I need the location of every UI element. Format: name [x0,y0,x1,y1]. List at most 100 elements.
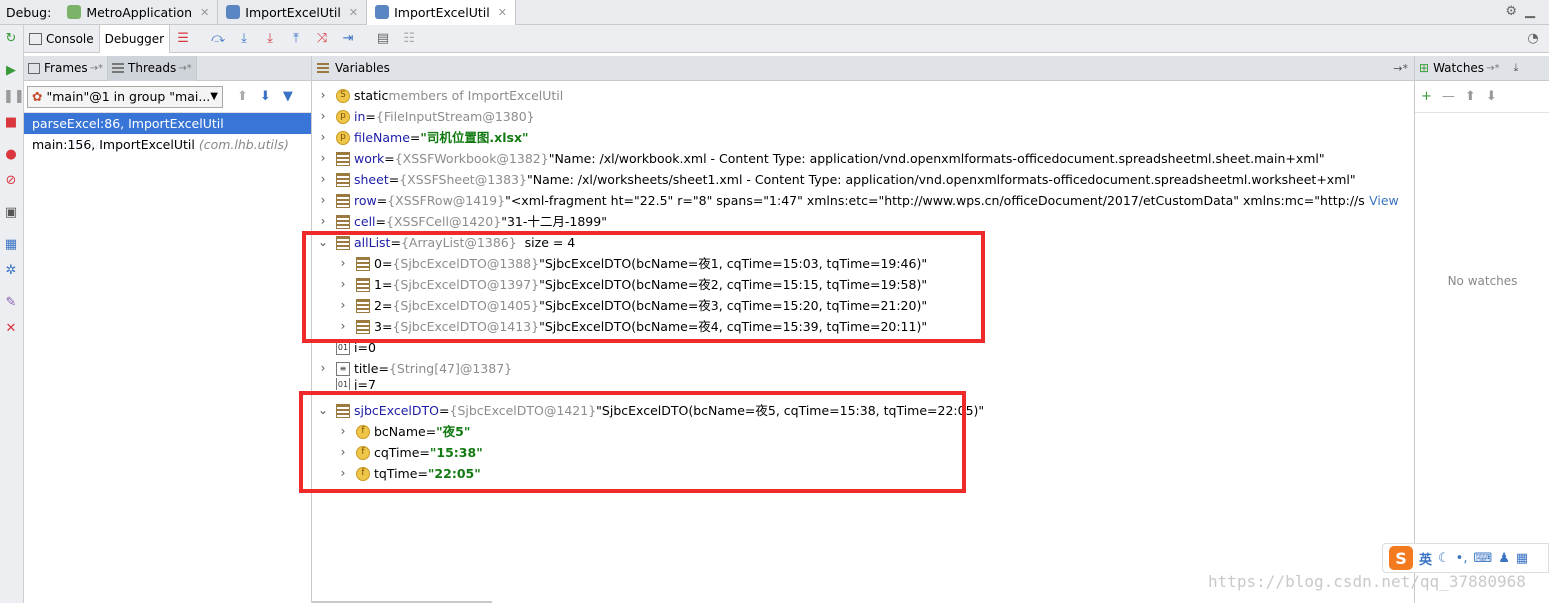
pause-icon[interactable]: ❚❚ [3,89,25,105]
down-arrow-icon[interactable]: ⬇ [1486,89,1497,104]
close-icon[interactable]: ✕ [200,6,209,19]
close-icon[interactable]: ✕ [3,321,19,337]
equals-sign: = [388,172,400,187]
up-arrow-icon[interactable]: ⬆ [1465,89,1476,104]
variable-row-j[interactable]: 01 j = 7 [336,378,376,390]
tab-import-excel-util-2[interactable]: ImportExcelUtil ✕ [367,0,516,25]
watches-panel: ⊞ Watches →* ⤓ + — ⬆ ⬇ No watches [1414,56,1549,603]
mute-breakpoints-icon[interactable]: ⊘ [3,173,19,189]
expand-icon[interactable]: › [316,211,330,232]
frame-row[interactable]: main:156, ImportExcelUtil (com.lhb.utils… [24,134,311,155]
moon-icon[interactable]: ☾ [1438,551,1450,566]
rerun-icon[interactable]: ↻ [3,31,19,47]
expand-icon[interactable]: › [316,190,330,211]
expand-icon[interactable]: › [316,127,330,148]
pin-icon[interactable]: ✎ [3,295,19,311]
gear-icon[interactable]: ⚙ [1505,4,1525,19]
close-icon[interactable]: ✕ [349,6,358,19]
restore-icon[interactable]: ⤓ [1513,61,1518,75]
drop-frame-icon[interactable]: ⤨ [312,31,332,47]
run-to-cursor-icon[interactable]: ⇥ [338,31,358,47]
show-execution-point-icon[interactable]: ☰ [173,31,193,47]
chevron-down-icon: ▼ [210,91,218,102]
variables-icon [317,62,329,74]
pin-arrow-icon[interactable]: →* [1393,62,1408,75]
frames-panel: Frames →* Threads →* ✿ "main"@1 in group… [24,55,312,603]
expand-icon[interactable]: › [316,169,330,190]
variable-row-row[interactable]: › row = {XSSFRow@1419} "<xml-fragment ht… [316,190,1412,211]
variable-row-filename[interactable]: › p fileName = "司机位置图.xlsx" [316,127,529,148]
variable-row-static[interactable]: › S static members of ImportExcelUtil [316,85,564,106]
parameter-icon: p [336,109,350,124]
close-icon[interactable]: ✕ [498,6,507,19]
up-arrow-icon[interactable]: ⬆ [237,89,248,104]
debug-tab-bar: Debug: MetroApplication ✕ ImportExcelUti… [0,0,1549,25]
expand-icon[interactable]: › [316,358,330,379]
settings-controls[interactable]: ⚙▁ [1505,4,1543,19]
keyboard-icon[interactable]: ⌨ [1473,551,1492,566]
force-step-into-icon[interactable]: ⤓ [260,31,280,47]
tab-import-excel-util-1[interactable]: ImportExcelUtil ✕ [218,0,368,25]
step-out-icon[interactable]: ⤒ [286,31,306,47]
expand-icon[interactable]: › [316,85,330,106]
variable-row-title[interactable]: › ≡ title = {String[47]@1387} [316,358,513,379]
restore-layout-icon[interactable]: ◔ [1523,31,1543,47]
tab-console[interactable]: Console [24,24,100,53]
equals-sign: = [409,130,421,145]
expand-icon[interactable]: › [316,148,330,169]
view-link[interactable]: View [1369,190,1399,211]
sogou-logo-icon[interactable]: S [1389,546,1413,570]
tab-frames[interactable]: Frames →* [24,55,109,81]
variable-type: {FileInputStream@1380} [375,109,535,124]
trace-icon[interactable]: ☷ [399,31,419,47]
class-icon [375,5,390,19]
step-into-icon[interactable]: ⤓ [234,31,254,47]
variables-panel: Variables →* › S static members of Impor… [299,56,1414,603]
array-icon: ≡ [336,361,350,376]
layout-icon[interactable]: ▦ [3,237,19,253]
watches-toolbar: + — ⬆ ⬇ [1415,81,1549,113]
watermark-text: https://blog.csdn.net/qq_37880968 [1208,572,1526,591]
breakpoints-icon[interactable]: ● [3,147,19,163]
pin-arrow-icon[interactable]: →* [1486,63,1499,74]
tab-label: MetroApplication [86,4,193,20]
resume-icon[interactable]: ▶ [3,63,19,79]
variable-row-in[interactable]: › p in = {FileInputStream@1380} [316,106,535,127]
tab-debugger-label: Debugger [104,31,165,46]
variable-name: title [354,361,379,376]
skin-icon[interactable]: ♟ [1498,551,1510,566]
equals-sign: = [357,378,368,390]
expand-icon[interactable]: › [316,106,330,127]
remove-watch-icon[interactable]: — [1442,89,1455,104]
variables-header: Variables →* [312,56,1414,81]
settings-icon[interactable]: ✲ [3,263,19,279]
add-watch-icon[interactable]: + [1421,89,1432,104]
variable-row-work[interactable]: › work = {XSSFWorkbook@1382} "Name: /xl/… [316,148,1325,169]
tab-metro-application[interactable]: MetroApplication ✕ [59,0,219,25]
minimize-icon[interactable]: ▁ [1525,4,1543,19]
pin-arrow-icon: →* [89,62,104,74]
thread-select[interactable]: ✿ "main"@1 in group "mai... ▼ [27,85,223,108]
variable-row-cell[interactable]: › cell = {XSSFCell@1420} "31-十二月-1899" [316,211,607,232]
toolbox-icon[interactable]: ▦ [1516,551,1528,566]
step-over-icon[interactable]: ⤼ [208,31,228,47]
tab-threads[interactable]: Threads →* [108,55,197,81]
evaluate-expression-icon[interactable]: ▤ [373,31,393,47]
tab-debugger[interactable]: Debugger [99,24,171,53]
filter-icon[interactable]: ▼ [283,89,293,104]
down-arrow-icon[interactable]: ⬇ [260,89,271,104]
stop-icon[interactable]: ■ [3,115,19,131]
variable-row-sheet[interactable]: › sheet = {XSSFSheet@1383} "Name: /xl/wo… [316,169,1356,190]
thread-select-row: ✿ "main"@1 in group "mai... ▼ ⬆ ⬇ ▼ [24,81,311,113]
bug-icon [67,5,82,19]
frame-row[interactable]: parseExcel:86, ImportExcelUtil (com.lhb.… [24,113,311,152]
debug-label: Debug: [6,4,52,20]
threads-icon [112,62,125,74]
highlight-box [299,391,966,493]
variable-type: {XSSFWorkbook@1382} [394,151,549,166]
variable-value: "31-十二月-1899" [501,214,607,229]
ime-language[interactable]: 英 [1419,549,1432,568]
equals-sign: = [376,193,388,208]
camera-icon[interactable]: ▣ [3,205,19,221]
punctuation-icon[interactable]: •, [1456,551,1468,566]
